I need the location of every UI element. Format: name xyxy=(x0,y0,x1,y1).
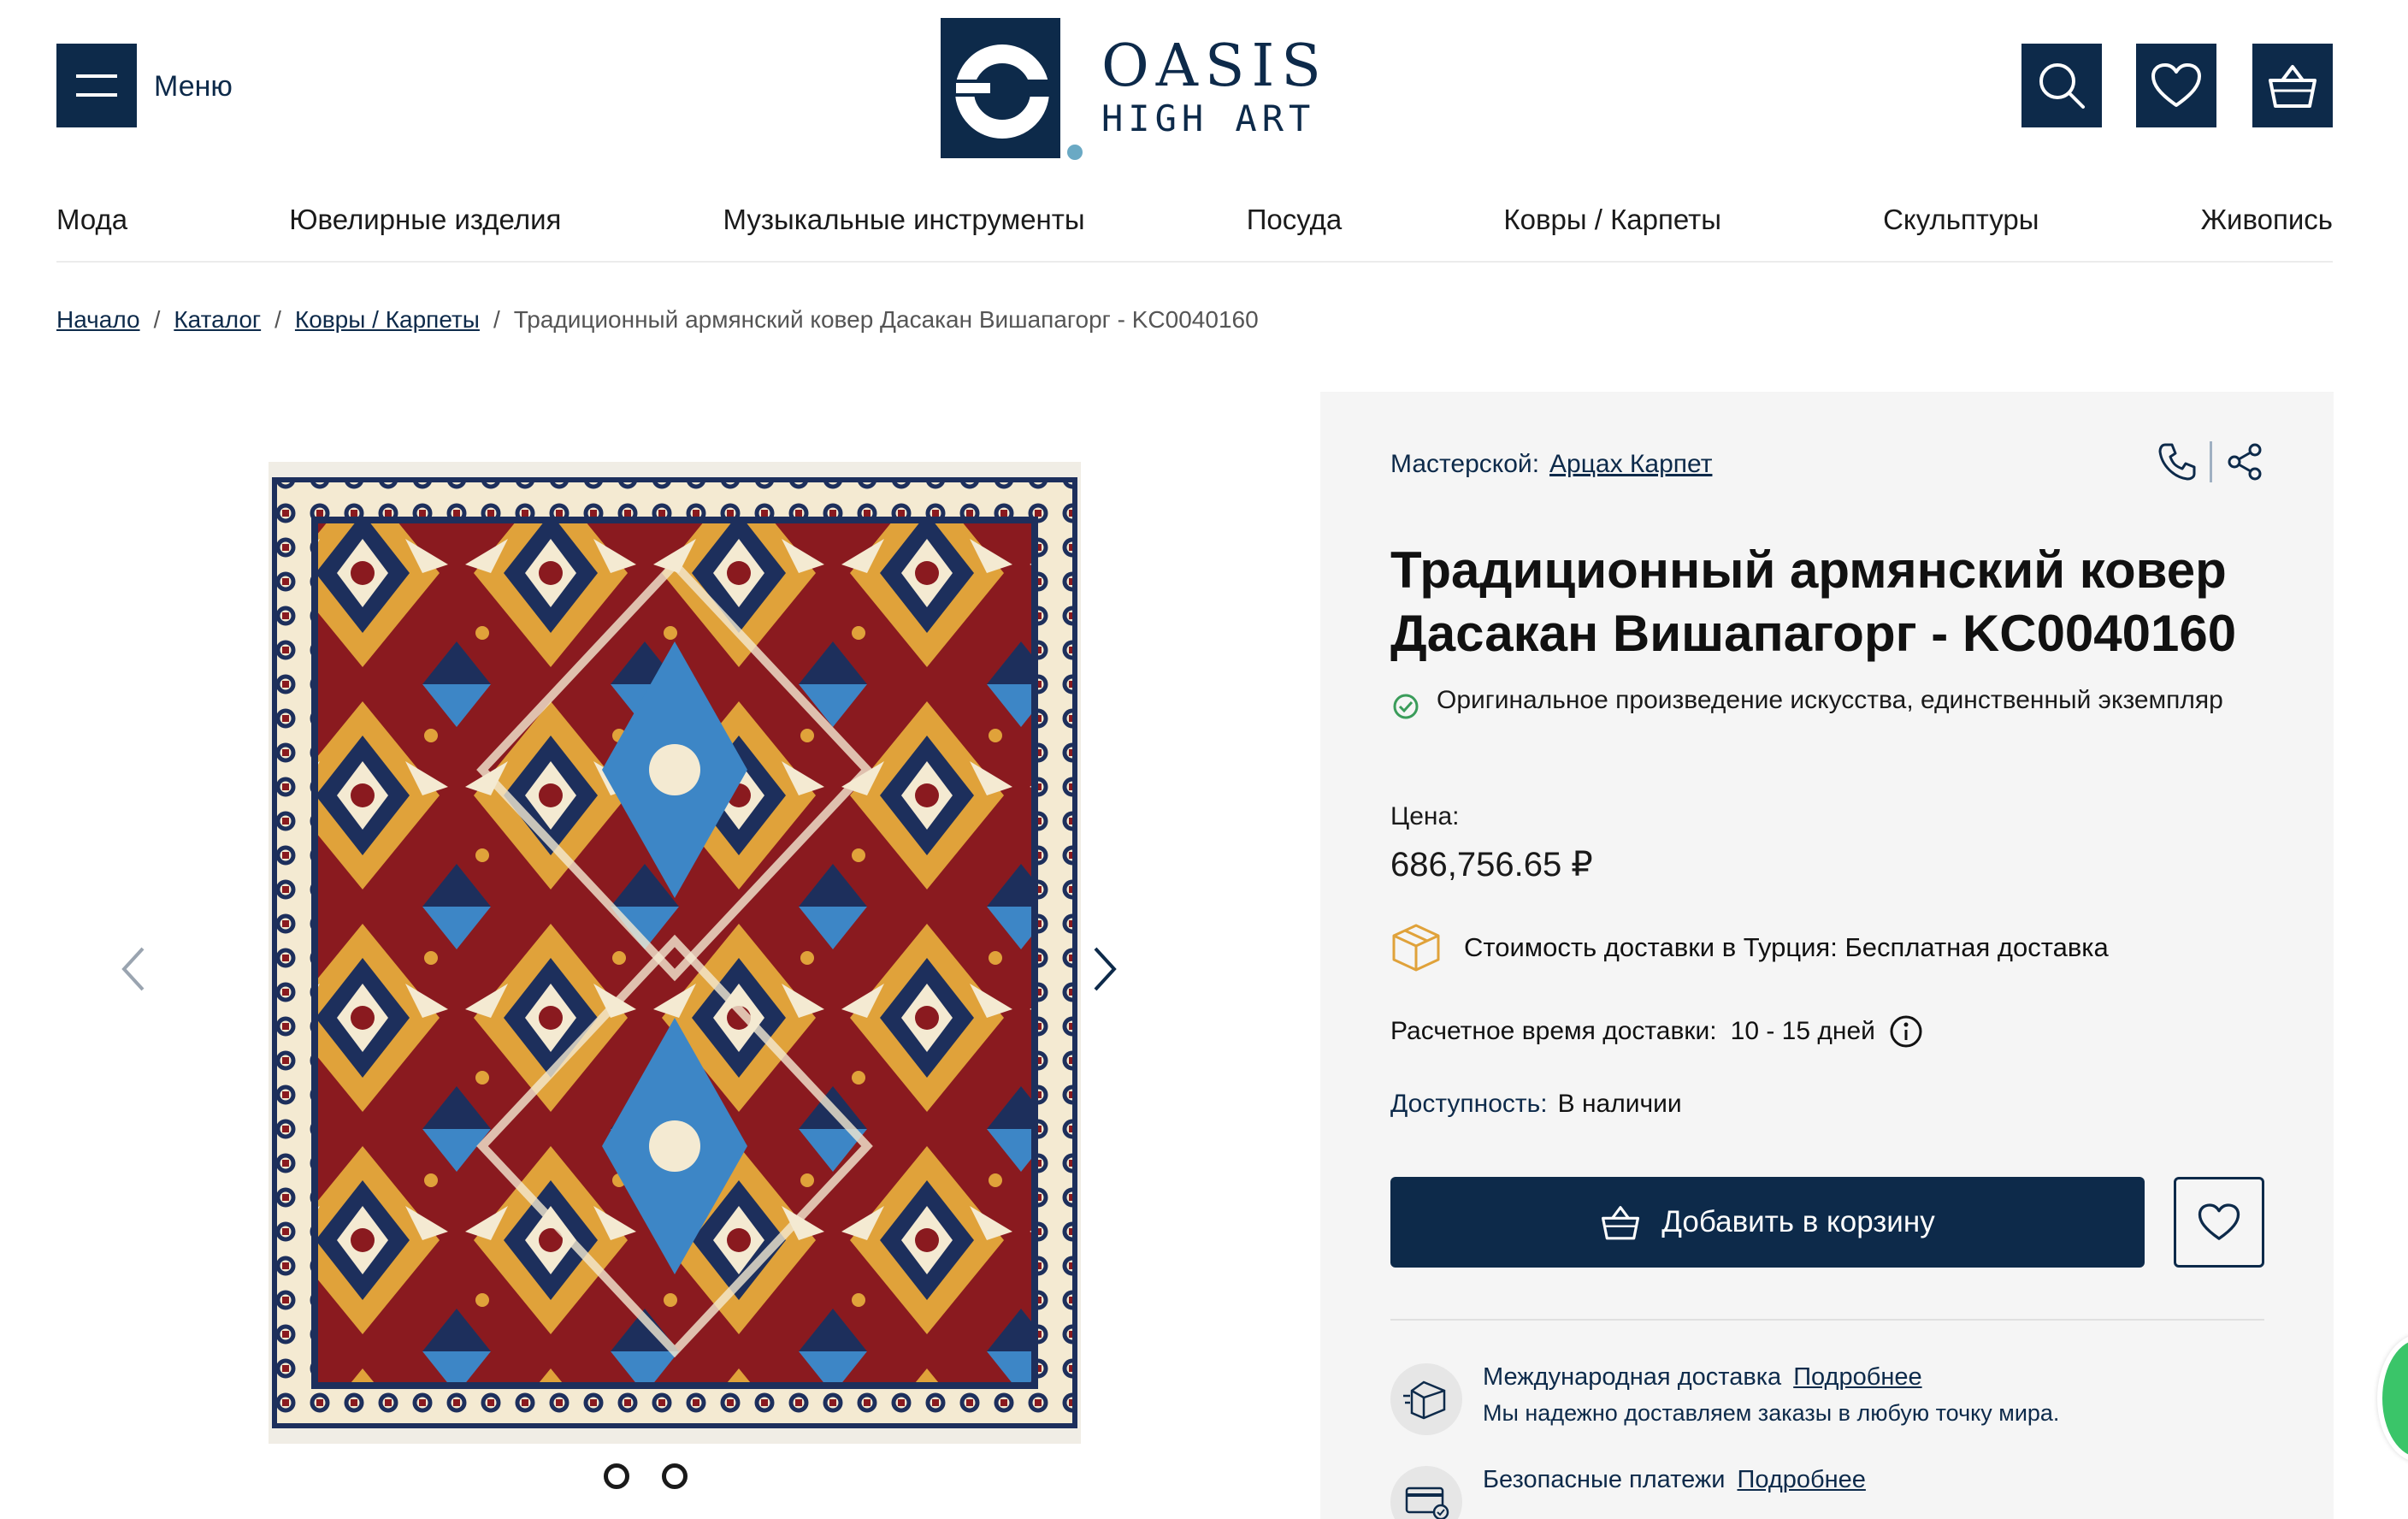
availability-label: Доступность: xyxy=(1390,1090,1548,1118)
feature-title: Международная доставка Подробнее xyxy=(1483,1363,2059,1392)
product-title: Традиционный армянский ковер Дасакан Виш… xyxy=(1390,541,2237,662)
info-icon[interactable] xyxy=(1889,1014,1923,1049)
breadcrumb-current: Традиционный армянский ковер Дасакан Виш… xyxy=(513,306,1259,333)
feature-payments: Безопасные платежи Подробнее xyxy=(1390,1466,1866,1519)
breadcrumb-separator: / xyxy=(493,306,500,333)
feature-more-link[interactable]: Подробнее xyxy=(1737,1466,1865,1493)
nav-item-instruments[interactable]: Музыкальные инструменты xyxy=(723,204,1084,236)
shipping-box-icon xyxy=(1390,1363,1462,1435)
logo-mark-icon xyxy=(941,18,1083,160)
breadcrumb-home[interactable]: Начало xyxy=(56,306,140,334)
delivery-time: Расчетное время доставки: 10 - 15 дней xyxy=(1390,1014,1923,1049)
feature-shipping: Международная доставка Подробнее Мы надеж… xyxy=(1390,1363,2059,1435)
chat-widget-button[interactable] xyxy=(2377,1334,2408,1463)
maker-label: Мастерской: xyxy=(1390,450,1540,478)
panel-actions xyxy=(2157,441,2265,482)
feature-title: Безопасные платежи Подробнее xyxy=(1483,1466,1866,1494)
delivery-cost-text: Стоимость доставки в Турция: Бесплатная … xyxy=(1464,932,2109,962)
heart-icon xyxy=(2198,1203,2240,1240)
menu-bar-icon xyxy=(76,74,117,78)
cart-button[interactable] xyxy=(2252,44,2333,127)
wishlist-button[interactable] xyxy=(2136,44,2216,127)
menu-label[interactable]: Меню xyxy=(154,70,233,103)
add-to-cart-button[interactable]: Добавить в корзину xyxy=(1390,1177,2145,1268)
gallery-dot[interactable] xyxy=(662,1463,688,1489)
nav-item-sculptures[interactable]: Скульптуры xyxy=(1883,204,2039,236)
breadcrumb-carpets[interactable]: Ковры / Карпеты xyxy=(295,306,480,334)
breadcrumb-catalog[interactable]: Каталог xyxy=(174,306,261,334)
feature-title-text: Международная доставка xyxy=(1483,1363,1782,1391)
delivery-time-label: Расчетное время доставки: xyxy=(1390,1017,1717,1045)
breadcrumb-separator: / xyxy=(274,306,281,333)
phone-icon[interactable] xyxy=(2157,441,2198,482)
breadcrumb-separator: / xyxy=(153,306,161,333)
gallery-prev-button[interactable] xyxy=(108,935,159,1003)
delivery-time-value: 10 - 15 дней xyxy=(1730,1017,1875,1045)
gallery-dot[interactable] xyxy=(604,1463,629,1489)
price-label: Цена: xyxy=(1390,802,1460,830)
search-button[interactable] xyxy=(2021,44,2102,127)
product-info-panel: Мастерской: Арцах Карпет Традиционный арм… xyxy=(1320,392,2334,1519)
heart-icon xyxy=(2151,63,2201,107)
original-note: Оригинальное произведение искусства, еди… xyxy=(1437,686,2223,714)
maker-link[interactable]: Арцах Карпет xyxy=(1549,450,1712,478)
availability-value: В наличии xyxy=(1557,1090,1682,1118)
gallery-next-button[interactable] xyxy=(1079,935,1130,1003)
share-icon[interactable] xyxy=(2224,441,2265,482)
maker-line: Мастерской: Арцах Карпет xyxy=(1390,450,1712,479)
nav-item-jewelry[interactable]: Ювелирные изделия xyxy=(289,204,561,236)
original-badge: Оригинальное произведение искусства, еди… xyxy=(1390,681,2246,722)
feature-more-link[interactable]: Подробнее xyxy=(1793,1363,1921,1391)
product-image[interactable] xyxy=(269,462,1081,1444)
delivery-cost: Стоимость доставки в Турция: Бесплатная … xyxy=(1390,922,2109,973)
feature-description: Мы надежно доставляем заказы в любую точ… xyxy=(1483,1400,2060,1426)
feature-title-text: Безопасные платежи xyxy=(1483,1466,1726,1493)
chevron-left-icon xyxy=(121,947,145,991)
logo-text-primary: OASIS xyxy=(1101,32,1328,100)
logo-text-secondary: HIGH ART xyxy=(1101,97,1316,139)
basket-icon xyxy=(2269,65,2317,108)
check-circle-icon xyxy=(1393,694,1419,719)
logo[interactable]: OASIS HIGH ART xyxy=(941,15,1328,161)
basket-icon xyxy=(1602,1206,1640,1240)
add-to-wishlist-button[interactable] xyxy=(2174,1177,2264,1268)
package-icon xyxy=(1392,924,1440,972)
menu-bar-icon xyxy=(76,93,117,97)
product-gallery xyxy=(56,392,1245,1519)
nav-item-carpets[interactable]: Ковры / Карпеты xyxy=(1503,204,1721,236)
divider xyxy=(2210,441,2212,482)
nav-item-fashion[interactable]: Мода xyxy=(56,204,127,236)
chevron-right-icon xyxy=(1094,947,1117,991)
breadcrumb: Начало / Каталог / Ковры / Карпеты / Тра… xyxy=(56,306,1259,334)
menu-button[interactable] xyxy=(56,44,137,127)
add-to-cart-label: Добавить в корзину xyxy=(1661,1205,1935,1238)
nav-item-painting[interactable]: Живопись xyxy=(2201,204,2333,236)
search-icon xyxy=(2039,63,2085,109)
price-value: 686,756.65 ₽ xyxy=(1390,846,1593,884)
main-nav: Мода Ювелирные изделия Музыкальные инстр… xyxy=(56,204,2333,236)
panel-divider xyxy=(1390,1319,2264,1321)
nav-item-tableware[interactable]: Посуда xyxy=(1247,204,1343,236)
gallery-pagination xyxy=(604,1463,688,1489)
availability: Доступность: В наличии xyxy=(1390,1090,1682,1119)
nav-divider xyxy=(56,261,2333,263)
credit-card-icon xyxy=(1390,1466,1462,1519)
